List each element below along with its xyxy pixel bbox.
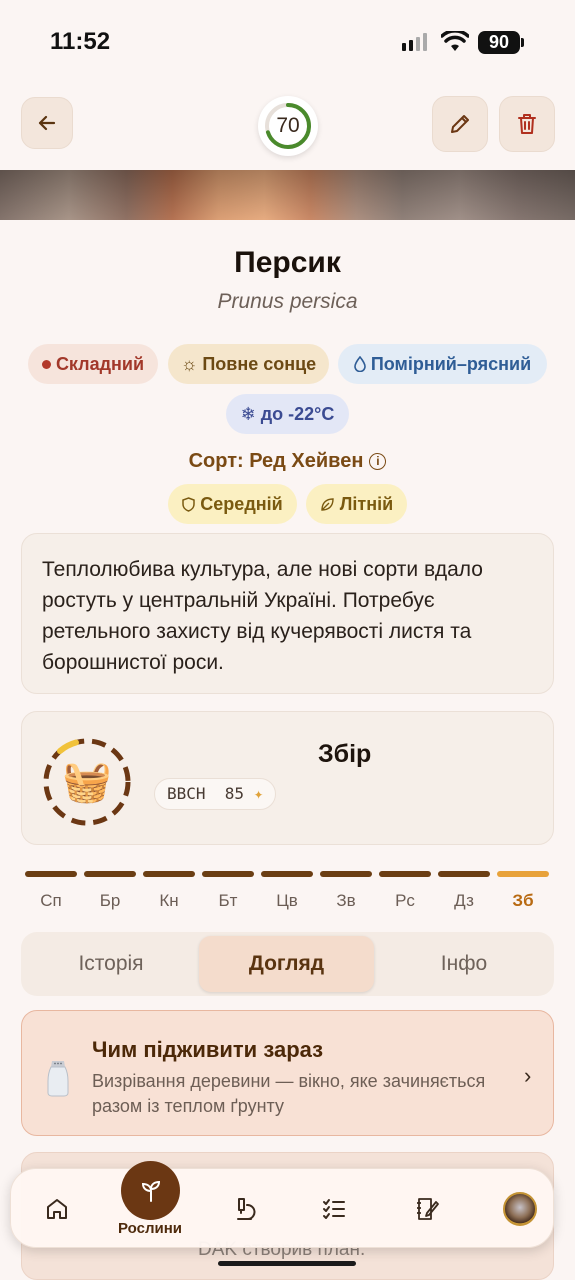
month-label: Кн	[159, 891, 179, 910]
chevron-right-icon: ›	[524, 1063, 532, 1088]
sun-icon: ☼	[180, 353, 198, 374]
month-label: Зв	[336, 891, 356, 910]
frost-chip: ❄ до -22°C	[226, 394, 349, 434]
battery-tip	[521, 38, 524, 47]
season-label: Літній	[339, 493, 394, 514]
delete-button[interactable]	[499, 96, 555, 152]
month-bar	[261, 871, 313, 877]
growth-stage-card[interactable]: 🧺 Збір BBCH 85 ✦	[21, 711, 554, 845]
feeding-title: Чим підживити зараз	[92, 1037, 324, 1062]
difficulty-dot-icon	[41, 359, 51, 369]
avatar	[503, 1192, 537, 1226]
back-button[interactable]	[21, 97, 73, 149]
arrow-left-icon	[38, 115, 56, 131]
month-label: Дз	[454, 891, 474, 910]
variety-row[interactable]: Сорт: Ред Хейвен i	[0, 450, 575, 473]
month-bar	[84, 871, 136, 877]
month-label: Рс	[395, 891, 415, 910]
month-label: Сп	[40, 891, 62, 910]
stage-title: Збір	[318, 740, 372, 768]
month-labels: Сп Бр Кн Бт Цв Зв Рс Дз Зб	[25, 891, 550, 915]
month-bar	[143, 871, 195, 877]
checklist-icon	[323, 1199, 345, 1219]
nav-home[interactable]	[27, 1169, 87, 1249]
tab-info[interactable]: Інфо	[378, 936, 550, 992]
month-label: Цв	[276, 891, 298, 910]
month-bar	[25, 871, 77, 877]
month-bar	[202, 871, 254, 877]
home-indicator	[218, 1261, 356, 1266]
nav-journal[interactable]	[397, 1169, 457, 1249]
status-bar: 11:52 90	[0, 0, 575, 84]
water-drop-icon	[354, 356, 366, 372]
nav-diagnose[interactable]	[213, 1169, 273, 1249]
signal-icon	[402, 33, 427, 51]
plant-name: Персик	[234, 246, 341, 279]
sprout-icon	[141, 1180, 160, 1202]
month-bar	[497, 871, 549, 877]
tab-bar: Історія Догляд Інфо	[21, 932, 554, 996]
difficulty-chip: Складний	[28, 344, 158, 384]
score-value: 70	[276, 114, 300, 137]
variety-label: Сорт: Ред Хейвен	[188, 450, 364, 472]
edit-button[interactable]	[432, 96, 488, 152]
plant-photo	[0, 170, 575, 220]
feeding-text: Визрівання деревини — вікно, яке зачиняє…	[92, 1071, 486, 1116]
bbch-value: 85	[224, 784, 245, 803]
shield-icon	[182, 496, 196, 512]
tab-care[interactable]: Догляд	[199, 936, 374, 992]
month-timeline	[25, 871, 550, 879]
notebook-pen-icon	[417, 1198, 439, 1220]
bbch-label: BBCH	[167, 784, 206, 803]
water-chip: Помірний–рясний	[338, 344, 547, 384]
month-bar	[438, 871, 490, 877]
leaf-icon	[321, 497, 334, 511]
nav-plants[interactable]	[121, 1161, 180, 1220]
water-label: Помірний–рясний	[370, 353, 532, 374]
difficulty-label: Складний	[55, 353, 145, 374]
month-bar	[320, 871, 372, 877]
feeding-card[interactable]: Чим підживити зараз Визрівання деревини …	[21, 1010, 554, 1136]
home-icon	[47, 1199, 67, 1219]
health-score[interactable]: 70	[258, 96, 318, 156]
info-icon[interactable]: i	[369, 453, 387, 470]
description-text: Теплолюбива культура, але нові сорти вда…	[42, 558, 483, 674]
season-chip: Літній	[306, 484, 407, 524]
trash-icon	[518, 114, 536, 134]
ripening-chip: Середній	[168, 484, 297, 524]
frost-label: до -22°C	[260, 403, 335, 424]
battery-indicator: 90	[478, 31, 520, 54]
nav-plants-label[interactable]: Рослини	[107, 1220, 193, 1237]
bbch-badge[interactable]: BBCH 85 ✦	[154, 778, 277, 810]
month-label: Бт	[218, 891, 238, 910]
bottom-nav: Рослини	[10, 1161, 554, 1249]
pencil-icon	[451, 115, 469, 133]
salt-shaker-icon	[47, 1061, 69, 1097]
sparkle-icon: ✦	[253, 784, 264, 803]
tab-history[interactable]: Історія	[25, 936, 197, 992]
plant-latin-name: Prunus persica	[217, 290, 358, 313]
sun-chip: ☼ Повне сонце	[168, 344, 329, 384]
month-bar	[379, 871, 431, 877]
basket-icon: 🧺	[62, 760, 112, 804]
nav-profile[interactable]	[490, 1169, 550, 1249]
ripening-label: Середній	[200, 493, 283, 514]
nav-tasks[interactable]	[304, 1169, 364, 1249]
wifi-icon	[441, 31, 469, 51]
month-label: Зб	[512, 891, 534, 910]
description-card: Теплолюбива культура, але нові сорти вда…	[21, 533, 554, 694]
microscope-icon	[237, 1198, 256, 1220]
status-time: 11:52	[50, 28, 111, 55]
sun-label: Повне сонце	[202, 353, 317, 374]
snowflake-icon: ❄	[240, 403, 256, 424]
month-label: Бр	[99, 891, 121, 910]
